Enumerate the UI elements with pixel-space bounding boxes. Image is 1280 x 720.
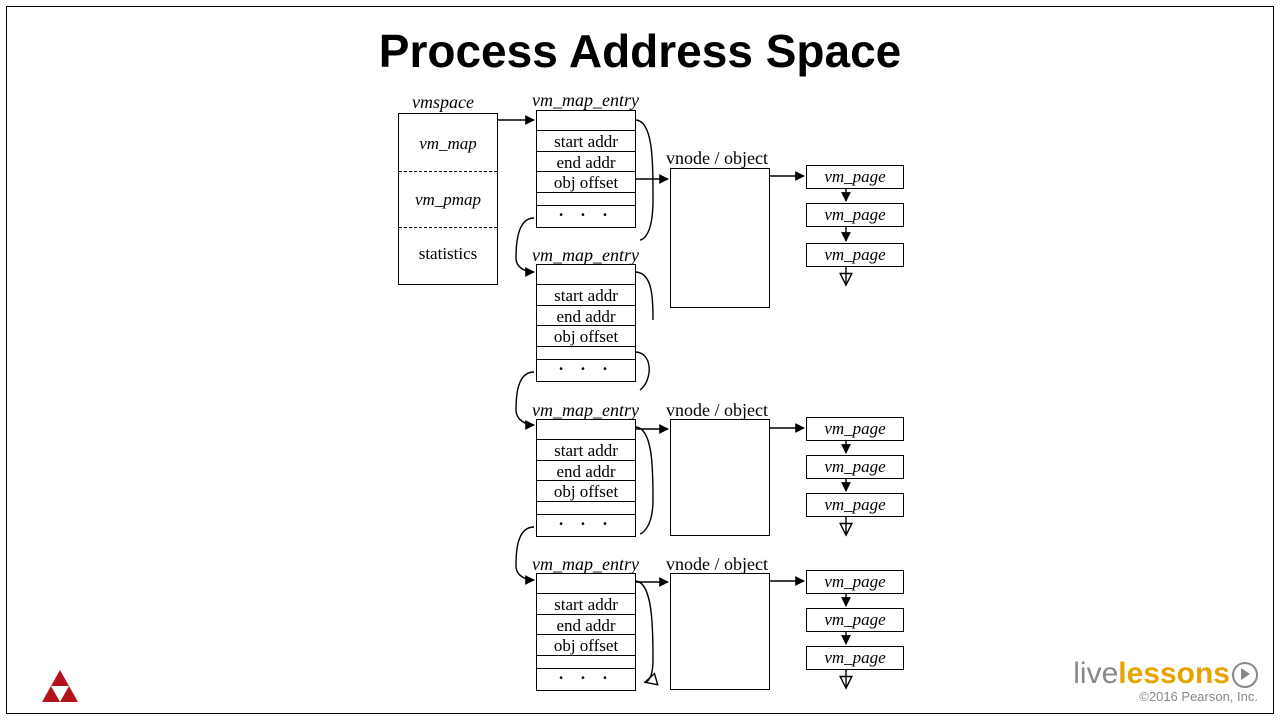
entry1-start: start addr	[537, 132, 635, 152]
divider	[537, 192, 635, 193]
vnode-box-1	[670, 168, 770, 308]
entry3-start: start addr	[537, 441, 635, 461]
vmspace-field-vm-pmap: vm_pmap	[399, 190, 497, 210]
divider	[537, 171, 635, 172]
vmspace-field-vm-map: vm_map	[399, 134, 497, 154]
livelessons-logo: livelessons ©2016 Pearson, Inc.	[1073, 657, 1258, 704]
vm-page-4a: vm_page	[806, 570, 904, 594]
vm-page-4c: vm_page	[806, 646, 904, 670]
divider	[537, 480, 635, 481]
vm-map-entry-4: start addr end addr obj offset · · ·	[536, 573, 636, 691]
divider	[399, 227, 497, 228]
vm-map-entry-label-2: vm_map_entry	[532, 245, 639, 266]
vm-map-entry-2: start addr end addr obj offset · · ·	[536, 264, 636, 382]
entry2-off: obj offset	[537, 327, 635, 347]
divider	[537, 151, 635, 152]
vm-map-entry-3: start addr end addr obj offset · · ·	[536, 419, 636, 537]
vnode-label-4: vnode / object	[666, 554, 768, 575]
divider	[399, 171, 497, 172]
entry4-off: obj offset	[537, 636, 635, 656]
divider	[537, 439, 635, 440]
entry2-end: end addr	[537, 307, 635, 327]
vmspace-box: vm_map vm_pmap statistics	[398, 113, 498, 285]
vm-map-entry-1: start addr end addr obj offset · · ·	[536, 110, 636, 228]
vm-page-3c: vm_page	[806, 493, 904, 517]
divider	[537, 593, 635, 594]
vm-page-3a: vm_page	[806, 417, 904, 441]
entry4-end: end addr	[537, 616, 635, 636]
slide-title: Process Address Space	[0, 24, 1280, 78]
brand-word-live: live	[1073, 657, 1118, 690]
divider	[537, 614, 635, 615]
vm-page-3b: vm_page	[806, 455, 904, 479]
slide: Process Address Space { "title": "Proces…	[0, 0, 1280, 720]
divider	[537, 346, 635, 347]
divider	[537, 284, 635, 285]
vmspace-field-statistics: statistics	[399, 244, 497, 264]
entry2-start: start addr	[537, 286, 635, 306]
divider	[537, 634, 635, 635]
play-icon	[1232, 662, 1258, 688]
entry4-dots: · · ·	[537, 668, 635, 688]
copyright-text: ©2016 Pearson, Inc.	[1073, 689, 1258, 704]
entry1-end: end addr	[537, 153, 635, 173]
vnode-box-4	[670, 573, 770, 690]
slide-border	[6, 6, 1274, 714]
entry3-off: obj offset	[537, 482, 635, 502]
vmspace-label: vmspace	[412, 92, 474, 113]
vm-page-1a: vm_page	[806, 165, 904, 189]
vnode-label-3: vnode / object	[666, 400, 768, 421]
vm-page-4b: vm_page	[806, 608, 904, 632]
entry3-dots: · · ·	[537, 514, 635, 534]
vm-page-1b: vm_page	[806, 203, 904, 227]
entry3-end: end addr	[537, 462, 635, 482]
divider	[537, 501, 635, 502]
divider	[537, 655, 635, 656]
vm-map-entry-label-1: vm_map_entry	[532, 90, 639, 111]
entry2-dots: · · ·	[537, 359, 635, 379]
vm-map-entry-label-3: vm_map_entry	[532, 400, 639, 421]
brand-word-lessons: lessons	[1118, 657, 1230, 690]
vm-map-entry-label-4: vm_map_entry	[532, 554, 639, 575]
divider	[537, 460, 635, 461]
entry4-start: start addr	[537, 595, 635, 615]
publisher-logo-icon	[42, 670, 78, 702]
divider	[537, 130, 635, 131]
divider	[537, 305, 635, 306]
vnode-box-3	[670, 419, 770, 536]
divider	[537, 325, 635, 326]
vnode-label-1: vnode / object	[666, 148, 768, 169]
vm-page-1c: vm_page	[806, 243, 904, 267]
entry1-off: obj offset	[537, 173, 635, 193]
entry1-dots: · · ·	[537, 205, 635, 225]
